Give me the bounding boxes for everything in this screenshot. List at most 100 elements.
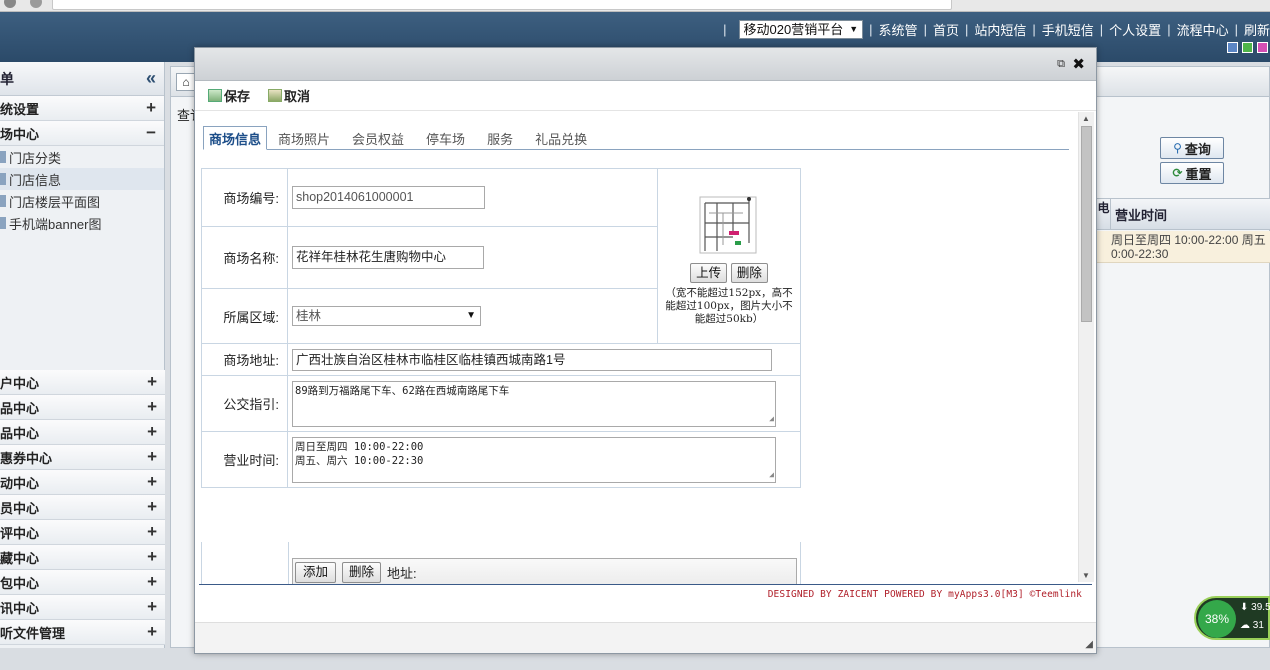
sidebar-group[interactable]: 员中心 + [0,495,165,520]
skin-green-icon[interactable] [1242,42,1253,53]
delete-picture-button[interactable]: 删除 [730,262,768,283]
skin-blue-icon[interactable] [1227,42,1238,53]
mall-map-thumbnail [699,193,759,257]
sidebar-group-mall[interactable]: 场中心 − [0,121,164,146]
nav-link-home[interactable]: 首页 [933,20,959,39]
name-label: 商场名称: [201,226,288,289]
sidebar-group[interactable]: 户中心 + [0,370,165,395]
tab-parking[interactable]: 停车场 [415,127,476,149]
sidebar-group[interactable]: 统设置 + [0,96,164,121]
expand-icon: + [147,497,157,516]
bus-label: 公交指引: [201,375,288,432]
refresh-icon[interactable] [30,0,42,8]
memory-percent: 38% [1198,600,1236,638]
bus-textarea[interactable]: 89路到万福路尾下车、62路在西城南路尾下车 ◢ [292,380,776,427]
tab-mall-info[interactable]: 商场信息 [203,126,268,150]
nav-link-sms[interactable]: 手机短信 [1042,20,1094,39]
save-button[interactable]: 保存 [208,86,250,105]
sidebar-group[interactable]: 惠券中心 + [0,445,165,470]
page-icon [0,151,6,163]
footer-bar: DESIGNED BY ZAICENT POWERED BY myApps3.0… [199,584,1092,608]
sidebar-group[interactable]: 评中心 + [0,520,165,545]
area-label: 所属区域: [201,288,288,344]
tab-mall-photos[interactable]: 商场照片 [267,127,341,149]
dialog-statusbar: ◢ [195,622,1096,653]
column-header-hours[interactable]: 营业时间 [1111,205,1167,224]
delete-address-button[interactable]: 删除 [342,562,382,583]
code-label: 商场编号: [201,168,288,227]
table-row[interactable]: 周日至周四 10:00-22:00 周五 0:00-22:30 [1097,231,1270,263]
page-icon [0,217,6,229]
hours-textarea[interactable]: 周日至周四 10:00-22:00 周五、周六 10:00-22:30 ◢ [292,436,776,483]
query-button[interactable]: ⚲ 查询 [1160,137,1224,159]
hours-label: 营业时间: [201,431,288,488]
footer-credit: DESIGNED BY ZAICENT POWERED BY myApps3.0… [767,589,1082,600]
map-address-label: 地址: [387,566,417,581]
code-field[interactable]: shop2014061000001 [292,186,485,209]
cancel-button[interactable]: 取消 [268,86,310,105]
tab-gift-redeem[interactable]: 礼品兑换 [524,127,598,149]
scroll-down-icon[interactable]: ▼ [1082,571,1090,580]
resize-grip-icon[interactable]: ◢ [769,468,774,482]
skin-picker [1227,42,1268,53]
sidebar-group[interactable]: 藏中心 + [0,545,165,570]
platform-select[interactable]: 移动020营销平台 ▼ [738,19,864,39]
dialog-titlebar[interactable]: ⧉ ✖ [195,48,1096,81]
grid-header: 电 营业时间 [1097,198,1270,230]
close-icon[interactable]: ✖ [1072,55,1085,73]
address-field[interactable] [52,0,952,10]
nav-link-settings[interactable]: 个人设置 [1109,20,1161,39]
popout-icon[interactable]: ⧉ [1057,58,1065,71]
nav-link-refresh[interactable]: 刷新 [1244,20,1270,39]
sidebar-group[interactable]: 听文件管理 + [0,620,165,645]
sidebar-group[interactable]: 讯中心 + [0,595,165,620]
picture-cell: 上传 删除 （宽不能超过152px，高不能超过100px，图片大小不能超过50k… [657,168,801,344]
expand-icon: + [147,572,157,591]
tab-member-benefits[interactable]: 会员权益 [341,127,415,149]
nav-link-messages[interactable]: 站内短信 [974,20,1026,39]
dialog-toolbar: 保存 取消 [195,81,1096,111]
collapse-icon[interactable]: « [146,68,156,89]
page-icon [0,195,6,207]
home-icon[interactable]: ⌂ [176,73,196,91]
tab-services[interactable]: 服务 [476,127,524,149]
sidebar-group[interactable]: 品中心 + [0,420,165,445]
nav-link-workflow[interactable]: 流程中心 [1177,20,1229,39]
sidebar: 单 « 统设置 + 场中心 − 门店分类 门店信息 门店楼层平面图 手机端ban… [0,62,165,648]
resize-grip-icon[interactable]: ◢ [769,412,774,426]
expand-icon: + [147,522,157,541]
dialog-body: 商场信息 商场照片 会员权益 停车场 服务 礼品兑换 商场编号: shop201… [195,112,1077,602]
chevron-down-icon: ▼ [466,310,476,321]
column-header-short[interactable]: 电 [1097,199,1111,229]
sidebar-groups-bottom: 户中心 + 品中心 + 品中心 + 惠券中心 + 动中心 + 员中心 + 评中心 + 藏中心 +… [0,370,165,645]
nav-link-system[interactable]: 系统管 [879,20,918,39]
collapse-group-icon: − [146,123,156,142]
scroll-up-icon[interactable]: ▲ [1082,114,1090,123]
sidebar-group[interactable]: 动中心 + [0,470,165,495]
network-speed-widget[interactable]: 38% ⬇ 39.5 ☁ 31 [1194,596,1270,640]
cancel-icon [268,89,283,102]
address-field[interactable]: 广西壮族自治区桂林市临桂区临桂镇西城南路1号 [292,348,772,371]
form-tabs: 商场信息 商场照片 会员权益 停车场 服务 礼品兑换 [203,125,1069,150]
name-field[interactable]: 花祥年桂林花生唐购物中心 [292,246,484,269]
upload-button[interactable]: 上传 [690,262,728,283]
back-icon[interactable] [4,0,16,8]
skin-pink-icon[interactable] [1257,42,1268,53]
add-address-button[interactable]: 添加 [295,562,337,583]
sidebar-group[interactable]: 品中心 + [0,395,165,420]
resize-handle-icon[interactable]: ◢ [1085,639,1093,650]
store-info-dialog: ⧉ ✖ 保存 取消 商场信息 商场照片 会员权益 停车场 服务 礼品兑换 商场编… [194,47,1097,654]
sidebar-item-mobile-banner[interactable]: 手机端banner图 [0,212,164,234]
area-select[interactable]: 桂林 ▼ [292,306,481,326]
sidebar-item-floor-plan[interactable]: 门店楼层平面图 [0,190,164,212]
sidebar-header: 单 « [0,62,164,96]
expand-icon: + [147,622,157,641]
sidebar-group[interactable]: 包中心 + [0,570,165,595]
expand-icon: + [147,397,157,416]
reset-button[interactable]: ⟳ 重置 [1160,162,1224,184]
expand-icon: + [147,597,157,616]
scroll-thumb[interactable] [1081,126,1092,322]
sidebar-item-store-info[interactable]: 门店信息 [0,168,164,190]
dialog-scrollbar[interactable]: ▲ ▼ [1078,112,1094,582]
sidebar-item-store-category[interactable]: 门店分类 [0,146,164,168]
